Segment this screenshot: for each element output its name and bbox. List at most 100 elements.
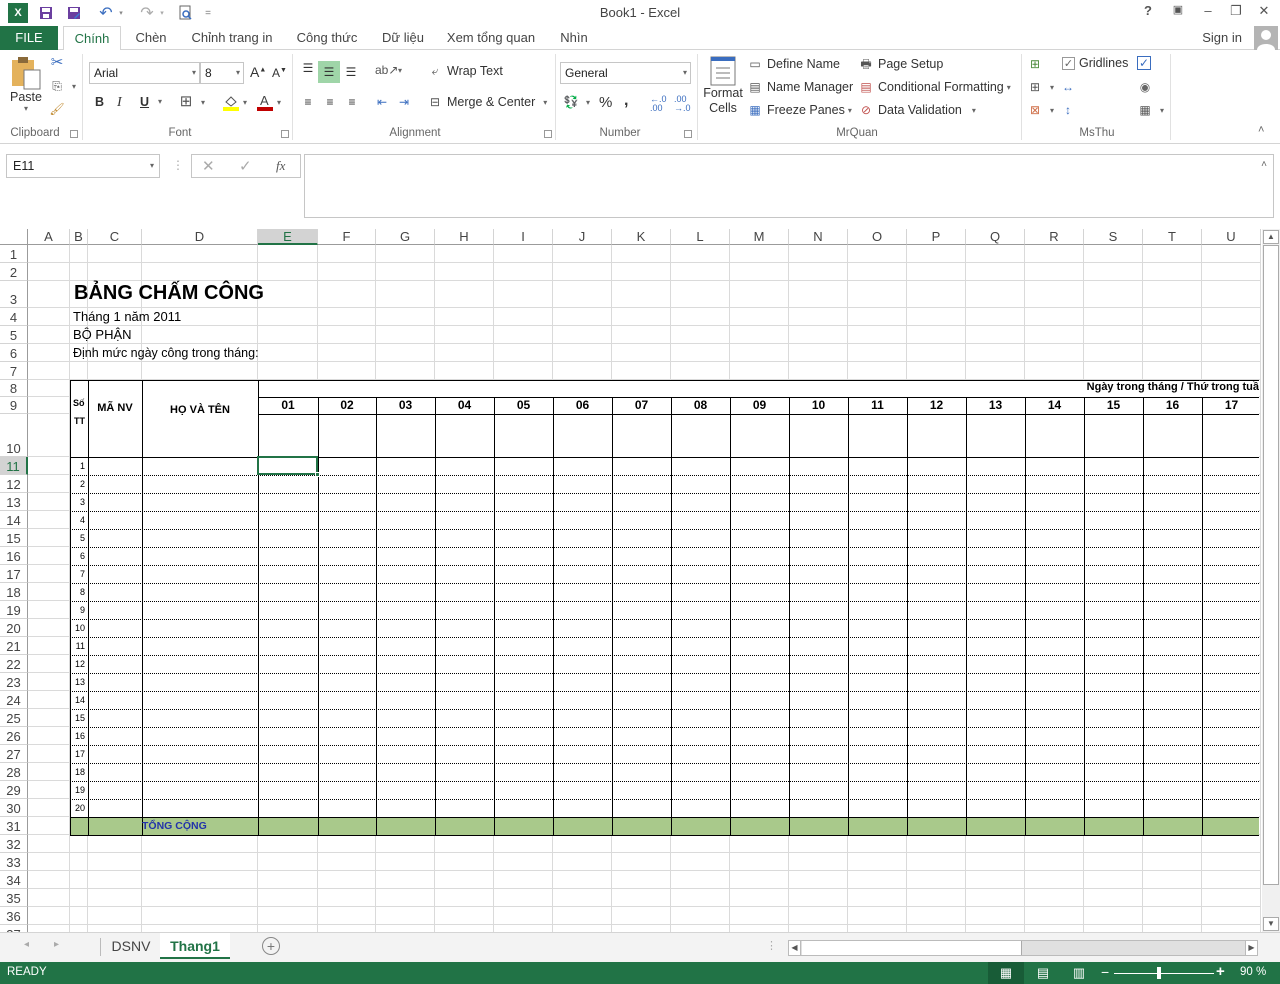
row-header-35[interactable]: 35 [0, 889, 28, 907]
cell[interactable] [435, 889, 494, 907]
row-header-22[interactable]: 22 [0, 655, 28, 673]
cell[interactable] [966, 308, 1025, 326]
cell[interactable] [142, 835, 258, 853]
row-header-36[interactable]: 36 [0, 907, 28, 925]
formula-bar-grip-icon[interactable]: ⋮ [172, 158, 184, 172]
cell[interactable] [730, 245, 789, 263]
zoom-in-button[interactable]: + [1216, 963, 1225, 980]
italic-button[interactable]: I [117, 95, 122, 111]
cell[interactable] [494, 344, 553, 362]
cell[interactable] [318, 362, 376, 380]
cell[interactable] [966, 344, 1025, 362]
cell[interactable] [494, 281, 553, 308]
tab-review[interactable]: Xem tổng quan [442, 26, 540, 50]
cell[interactable] [318, 853, 376, 871]
cell[interactable] [28, 691, 70, 709]
cell[interactable] [70, 925, 88, 932]
cell[interactable] [789, 853, 848, 871]
cell[interactable] [142, 245, 258, 263]
enter-icon[interactable]: ✓ [239, 157, 252, 175]
cell[interactable] [494, 907, 553, 925]
cell[interactable] [730, 344, 789, 362]
cell[interactable] [28, 871, 70, 889]
row-height-button[interactable]: ↕ [1060, 102, 1080, 118]
cell[interactable] [848, 308, 907, 326]
cell[interactable] [435, 853, 494, 871]
cell[interactable] [258, 853, 318, 871]
align-bottom-button[interactable]: ☰ [343, 64, 363, 80]
cell[interactable] [1025, 871, 1084, 889]
scroll-sheets-right-icon[interactable]: ▸ [54, 939, 59, 950]
cell[interactable] [966, 835, 1025, 853]
scroll-left-icon[interactable]: ◀ [789, 941, 801, 955]
calculator-button[interactable]: ▦ ▾ [1137, 102, 1164, 118]
cell[interactable] [1025, 308, 1084, 326]
cell[interactable] [848, 925, 907, 932]
sign-in-link[interactable]: Sign in [1202, 30, 1242, 45]
cell[interactable] [376, 907, 435, 925]
shrink-font-button[interactable]: A▼ [272, 66, 287, 80]
row-header-32[interactable]: 32 [0, 835, 28, 853]
cell[interactable] [28, 493, 70, 511]
cell[interactable] [142, 326, 258, 344]
cell[interactable] [318, 907, 376, 925]
row-header-14[interactable]: 14 [0, 511, 28, 529]
cell[interactable] [966, 871, 1025, 889]
cell[interactable] [28, 601, 70, 619]
sheet-tab-thang1[interactable]: Thang1 [160, 933, 230, 959]
minimize-icon[interactable]: – [1196, 3, 1220, 21]
cell[interactable] [1202, 281, 1261, 308]
cell[interactable] [1202, 362, 1261, 380]
number-format-combo[interactable]: General ▾ [560, 62, 691, 84]
ribbon-display-options-icon[interactable]: ▣ [1166, 3, 1190, 21]
cell[interactable] [28, 245, 70, 263]
collapse-formula-bar-icon[interactable]: ˄ [1261, 159, 1267, 170]
cell[interactable] [789, 889, 848, 907]
cell[interactable] [142, 871, 258, 889]
cell[interactable] [1084, 245, 1143, 263]
cell[interactable] [435, 263, 494, 281]
cell[interactable] [553, 889, 612, 907]
cell[interactable] [70, 263, 88, 281]
cell[interactable] [730, 263, 789, 281]
orientation-button[interactable]: ab↗ ▾ [375, 62, 402, 78]
page-setup-button[interactable]: 🖶 Page Setup [858, 56, 943, 72]
column-header-r[interactable]: R [1025, 229, 1084, 245]
cell[interactable] [730, 281, 789, 308]
cell[interactable] [730, 853, 789, 871]
align-middle-button[interactable]: ☰ [318, 61, 340, 83]
cell[interactable] [376, 326, 435, 344]
cell[interactable] [966, 907, 1025, 925]
cell[interactable] [258, 889, 318, 907]
row-header-4[interactable]: 4 [0, 308, 28, 326]
cell[interactable] [1202, 245, 1261, 263]
cell[interactable] [1143, 925, 1202, 932]
zoom-level[interactable]: 90 % [1240, 966, 1266, 978]
cell[interactable] [376, 344, 435, 362]
cell[interactable] [142, 853, 258, 871]
cell[interactable] [1202, 907, 1261, 925]
cell[interactable] [1143, 871, 1202, 889]
cell[interactable] [258, 925, 318, 932]
cell[interactable] [612, 245, 671, 263]
cell[interactable] [494, 326, 553, 344]
cell[interactable] [612, 925, 671, 932]
row-header-1[interactable]: 1 [0, 245, 28, 263]
cell[interactable] [1143, 326, 1202, 344]
cell[interactable] [612, 344, 671, 362]
cell[interactable] [1084, 362, 1143, 380]
cell[interactable] [1202, 853, 1261, 871]
cell[interactable] [318, 281, 376, 308]
cell[interactable] [28, 263, 70, 281]
cell[interactable] [258, 362, 318, 380]
column-header-c[interactable]: C [88, 229, 142, 245]
cell[interactable] [435, 907, 494, 925]
page-break-view-icon[interactable]: ▥ [1064, 962, 1094, 984]
cancel-icon[interactable]: ✕ [202, 157, 215, 175]
row-header-16[interactable]: 16 [0, 547, 28, 565]
cell[interactable] [671, 889, 730, 907]
cell[interactable] [1202, 925, 1261, 932]
cell[interactable] [28, 583, 70, 601]
font-color-button[interactable]: A ▾ [256, 93, 281, 111]
row-header-10[interactable]: 10 [0, 414, 28, 457]
